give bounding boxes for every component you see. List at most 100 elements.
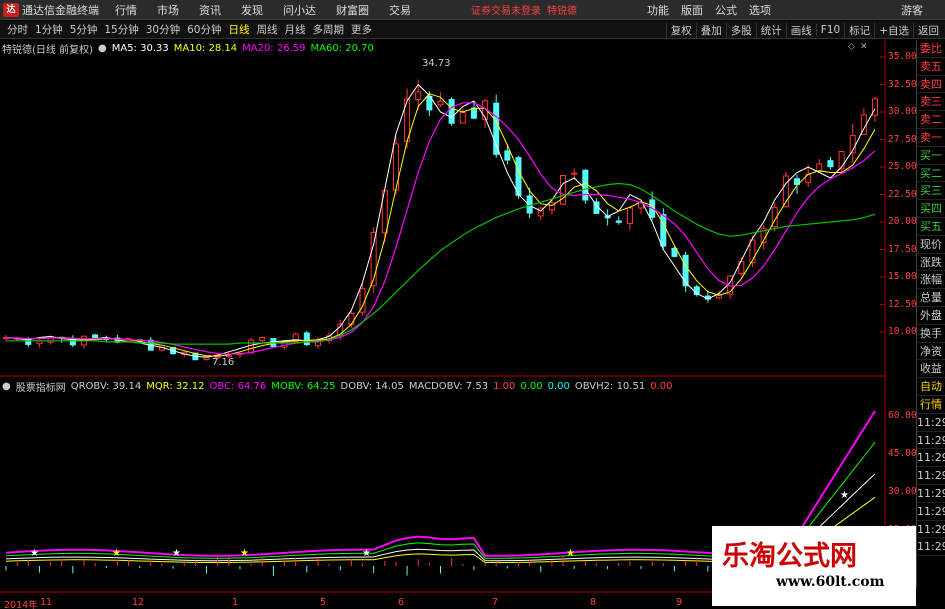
quote-panel-item[interactable]: 涨幅 bbox=[917, 271, 945, 290]
quote-panel-item[interactable]: 11:29 bbox=[917, 521, 945, 539]
tdx-logo-icon: 达 bbox=[3, 2, 19, 17]
candle bbox=[248, 337, 255, 354]
signal-star-icon: ★ bbox=[240, 548, 249, 559]
menu-trade[interactable]: 交易 bbox=[389, 2, 411, 18]
signal-star-icon: ★ bbox=[30, 548, 39, 559]
guest-label[interactable]: 游客 bbox=[901, 2, 923, 18]
quote-panel-item[interactable]: 换手 bbox=[917, 325, 945, 343]
menu-market[interactable]: 市场 bbox=[157, 2, 179, 18]
obvh2-value: OBVH2: 10.51 bbox=[574, 380, 646, 392]
ind-value-2: 0.00 bbox=[520, 380, 543, 392]
candle bbox=[181, 351, 188, 358]
quote-panel-item[interactable]: 总量 bbox=[917, 289, 945, 307]
stats-button[interactable]: 统计 bbox=[755, 22, 786, 38]
candle bbox=[515, 155, 522, 199]
diamond-icon[interactable]: ◇ bbox=[848, 42, 855, 52]
period-tab[interactable]: 15分钟 bbox=[104, 22, 138, 37]
menu-discover[interactable]: 发现 bbox=[241, 2, 263, 18]
quote-side-panel: 委比 卖五 卖四 卖三 卖二 卖一 买一 买二 买三 买四 买五 现价 涨跌 涨幅 总量 外盘 换手 净资 收益 自动… bbox=[916, 40, 945, 588]
macdobv-value: MACDOBV: 7.53 bbox=[408, 380, 489, 392]
settings-dot-icon[interactable]: ● bbox=[98, 43, 107, 54]
candle bbox=[92, 333, 99, 338]
overlay-button[interactable]: 叠加 bbox=[695, 22, 726, 38]
period-tab-more[interactable]: 更多 bbox=[351, 22, 372, 37]
menu-function[interactable]: 功能 bbox=[647, 2, 669, 18]
quote-panel-item[interactable]: 11:29 bbox=[917, 432, 945, 450]
quote-panel-item[interactable]: 11:29 bbox=[917, 485, 945, 503]
quote-panel-item[interactable]: 卖二 bbox=[917, 111, 945, 129]
candle bbox=[270, 338, 277, 348]
draw-line-button[interactable]: 画线 bbox=[785, 22, 816, 38]
quote-panel-item[interactable]: 11:29 bbox=[917, 467, 945, 485]
quote-panel-item[interactable]: 涨跌 bbox=[917, 254, 945, 272]
menu-news[interactable]: 资讯 bbox=[199, 2, 221, 18]
menu-options[interactable]: 选项 bbox=[749, 2, 771, 18]
candle bbox=[392, 136, 399, 195]
date-tick-label: 2014年 bbox=[4, 600, 38, 609]
quote-panel-item[interactable]: 11:29 bbox=[917, 449, 945, 468]
settings-dot-icon[interactable]: ● bbox=[2, 381, 11, 392]
quote-panel-item[interactable]: 卖四 bbox=[917, 76, 945, 94]
quote-panel-item[interactable]: 买三 bbox=[917, 182, 945, 201]
f10-button[interactable]: F10 bbox=[815, 24, 844, 36]
quote-panel-item[interactable]: 净资 bbox=[917, 343, 945, 361]
candle bbox=[459, 108, 466, 124]
quote-panel-item[interactable]: 收益 bbox=[917, 360, 945, 379]
date-tick-label: 6 bbox=[398, 597, 405, 608]
quote-panel-item[interactable]: 自动 bbox=[917, 378, 945, 396]
period-tab-active[interactable]: 日线 bbox=[229, 22, 250, 37]
ind-value-3: 0.00 bbox=[547, 380, 570, 392]
date-tick-label: 1 bbox=[232, 597, 239, 608]
add-favorite-button[interactable]: +自选 bbox=[874, 22, 913, 38]
period-tab[interactable]: 周线 bbox=[257, 22, 278, 37]
quote-panel-item[interactable]: 买一 bbox=[917, 147, 945, 165]
period-tab[interactable]: 多周期 bbox=[313, 22, 345, 37]
menu-layout[interactable]: 版面 bbox=[681, 2, 703, 18]
menu-formula[interactable]: 公式 bbox=[715, 2, 737, 18]
menu-wealth[interactable]: 财富圈 bbox=[336, 2, 369, 18]
candle bbox=[103, 335, 110, 342]
period-tab[interactable]: 月线 bbox=[285, 22, 306, 37]
ma5-value: MA5: 30.33 bbox=[111, 42, 169, 54]
close-icon[interactable]: ✕ bbox=[860, 42, 868, 52]
quote-panel-item[interactable]: 委比 bbox=[917, 40, 945, 58]
price-tick-label: 17.50 bbox=[888, 243, 917, 255]
signal-star-icon: ★ bbox=[172, 548, 181, 559]
quote-panel-item[interactable]: 卖五 bbox=[917, 58, 945, 76]
period-tab[interactable]: 60分钟 bbox=[187, 22, 221, 37]
back-button[interactable]: 返回 bbox=[913, 22, 943, 38]
quote-panel-item[interactable]: 现价 bbox=[917, 236, 945, 254]
multi-stock-button[interactable]: 多股 bbox=[725, 22, 756, 38]
indicator-tick-label: 60.00 bbox=[888, 410, 917, 421]
quote-panel-item[interactable]: 买二 bbox=[917, 165, 945, 183]
period-tab[interactable]: 30分钟 bbox=[146, 22, 180, 37]
quote-panel-item[interactable]: 行情 bbox=[917, 396, 945, 414]
price-tick-label: 15.00 bbox=[888, 271, 917, 282]
quote-panel-item[interactable]: 外盘 bbox=[917, 307, 945, 325]
menu-quotes[interactable]: 行情 bbox=[115, 2, 137, 18]
quote-panel-item[interactable]: 买五 bbox=[917, 218, 945, 236]
candle bbox=[716, 290, 723, 300]
qrobv-value: QROBV: 39.14 bbox=[70, 380, 142, 392]
period-tab[interactable]: 1分钟 bbox=[35, 22, 63, 37]
login-notice[interactable]: 证券交易未登录 bbox=[471, 2, 541, 17]
adjust-button[interactable]: 复权 bbox=[665, 22, 696, 38]
menu-ask[interactable]: 问小达 bbox=[283, 2, 316, 18]
kline-chart[interactable]: ★ ★ ★ ★ ★ ★ ★ bbox=[0, 0, 945, 609]
ma20-line bbox=[5, 102, 876, 355]
quote-panel-item[interactable]: 11:29 bbox=[917, 414, 945, 432]
mark-button[interactable]: 标记 bbox=[844, 22, 874, 38]
quote-panel-item[interactable]: 11:29 bbox=[917, 503, 945, 521]
indicator-info: ● 股票指标网 QROBV: 39.14 MQR: 32.12 OBC: 64.… bbox=[2, 379, 677, 394]
app-title: 通达信金融终端 bbox=[22, 3, 99, 17]
period-tab[interactable]: 分时 bbox=[7, 22, 28, 37]
quote-panel-item[interactable]: 买四 bbox=[917, 200, 945, 218]
quote-panel-item[interactable]: 11:29 bbox=[917, 538, 945, 557]
indicator-name: 股票指标网 bbox=[15, 382, 66, 394]
quote-panel-item[interactable]: 卖三 bbox=[917, 93, 945, 112]
quote-panel-item[interactable]: 卖一 bbox=[917, 129, 945, 147]
candle bbox=[303, 330, 310, 347]
candle bbox=[426, 91, 433, 117]
ma10-line bbox=[5, 93, 876, 357]
period-tab[interactable]: 5分钟 bbox=[70, 22, 98, 37]
